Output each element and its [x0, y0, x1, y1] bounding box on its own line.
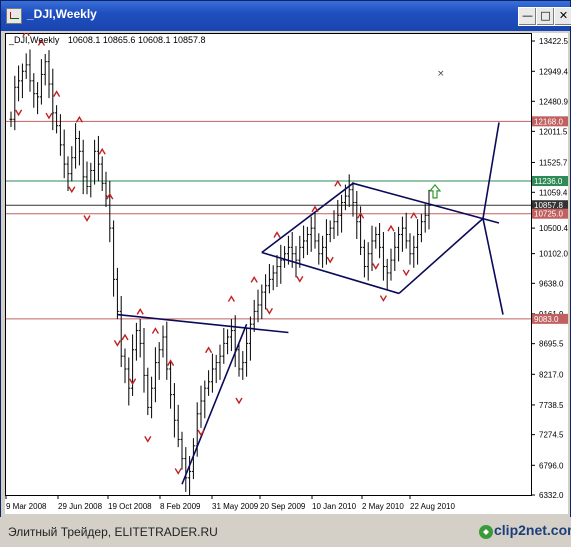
fractal-up-marker — [121, 333, 129, 341]
minimize-icon: — — [522, 9, 533, 22]
price-tick-label: 6332.0 — [539, 491, 564, 500]
clip2net-logo: clip2net.com — [478, 522, 571, 544]
level-price-label: 9083.0 — [534, 315, 559, 324]
trend-line — [117, 313, 289, 334]
symbol-label: _DJI,Weekly — [9, 35, 60, 45]
price-tick-label: 6796.0 — [539, 461, 564, 470]
trend-line — [482, 122, 500, 219]
chart-window: _DJI,Weekly — □ ✕ 13422.5 12949.4 12480.9 1… — [0, 0, 571, 519]
price-tick-label: 7274.5 — [539, 431, 564, 440]
ohlc-readout: 10608.1 10865.6 10608.1 10857.8 — [67, 35, 206, 45]
minimize-button[interactable]: — — [518, 7, 537, 26]
date-tick-label: 9 Mar 2008 — [6, 502, 47, 511]
fractal-up-marker — [136, 308, 144, 315]
fractal-up-marker — [204, 346, 213, 354]
price-tick-label: 8217.0 — [539, 370, 564, 379]
fractal-up-marker — [98, 147, 106, 155]
fractal-down-marker — [235, 397, 243, 405]
price-tick-label: 9638.0 — [539, 279, 564, 288]
chart-svg[interactable]: 13422.5 12949.4 12480.9 12011.5 11525.7 11059… — [5, 33, 568, 514]
trend-line — [181, 323, 248, 485]
date-tick-label: 31 May 2009 — [212, 502, 259, 511]
trend-line — [482, 218, 504, 315]
window-title: _DJI,Weekly — [27, 7, 97, 21]
date-tick-label: 10 Jan 2010 — [312, 502, 357, 511]
trend-line — [261, 251, 400, 295]
maximize-button[interactable]: □ — [536, 7, 555, 26]
fractal-up-marker — [334, 179, 342, 187]
fractal-up-marker — [151, 327, 160, 334]
chart-window-icon — [6, 8, 22, 24]
fractal-down-marker — [265, 308, 274, 315]
fractal-up-marker — [227, 295, 236, 302]
fractal-down-marker — [197, 429, 205, 437]
price-tick-label: 10500.4 — [539, 224, 568, 233]
level-price-label: 12168.0 — [534, 117, 563, 126]
price-tick-label: 13422.5 — [539, 37, 568, 46]
close-button[interactable]: ✕ — [554, 7, 571, 26]
fractal-down-marker — [379, 295, 388, 302]
level-price-label: 11236.0 — [534, 177, 563, 186]
plot-frame — [5, 33, 532, 496]
price-tick-label: 8695.5 — [539, 340, 564, 349]
fractal-down-marker — [402, 269, 410, 277]
chart-header: _DJI,Weekly 10608.1 10865.6 10608.1 1085… — [9, 35, 206, 45]
chart-canvas[interactable]: 13422.5 12949.4 12480.9 12011.5 11525.7 11059… — [5, 33, 568, 514]
close-icon: ✕ — [558, 9, 569, 22]
fractal-down-marker — [68, 186, 76, 194]
chart-close-icon[interactable]: × — [437, 69, 445, 79]
price-tick-label: 12480.9 — [539, 97, 568, 106]
fractal-down-marker — [296, 275, 304, 283]
title-bar[interactable]: _DJI,Weekly — □ ✕ — [1, 1, 571, 31]
fractal-down-marker — [113, 340, 122, 347]
date-tick-label: 19 Oct 2008 — [108, 502, 152, 511]
maximize-icon: □ — [540, 9, 551, 22]
fractal-down-marker — [174, 468, 182, 475]
date-tick-label: 2 May 2010 — [362, 502, 404, 511]
footer-bar: Элитный Трейдер, ELITETRADER.RU clip2net… — [0, 517, 571, 547]
fractal-down-marker — [14, 109, 23, 117]
fractal-up-marker — [273, 231, 281, 238]
price-tick-label: 7738.5 — [539, 401, 564, 410]
date-tick-label: 22 Aug 2010 — [410, 502, 455, 511]
date-tick-label: 29 Jun 2008 — [58, 502, 103, 511]
fractal-down-marker — [83, 215, 91, 222]
price-tick-label: 11059.4 — [539, 188, 568, 197]
fractal-down-marker — [45, 112, 53, 120]
fractal-up-marker — [387, 224, 395, 232]
footer-caption: Элитный Трейдер, ELITETRADER.RU — [8, 525, 218, 539]
price-tick-label: 10102.0 — [539, 250, 568, 259]
fractal-down-marker — [372, 263, 380, 270]
clip2net-logo-icon — [479, 525, 493, 539]
trend-line — [398, 217, 484, 295]
clip2net-logo-text: clip2net.com — [494, 522, 571, 538]
date-tick-label: 8 Feb 2009 — [160, 502, 201, 511]
trend-line — [352, 182, 500, 224]
fractal-down-marker — [144, 436, 152, 443]
fractal-up-marker — [52, 90, 61, 98]
price-tick-label: 12949.4 — [539, 67, 568, 76]
fractal-down-marker — [326, 256, 334, 264]
price-tick-label: 11525.7 — [539, 158, 568, 167]
level-price-label: 10725.0 — [534, 210, 563, 219]
green-up-arrow-icon — [428, 183, 442, 199]
price-tick-label: 12011.5 — [539, 127, 568, 136]
fractal-up-marker — [250, 275, 258, 283]
date-tick-label: 20 Sep 2009 — [260, 502, 306, 511]
